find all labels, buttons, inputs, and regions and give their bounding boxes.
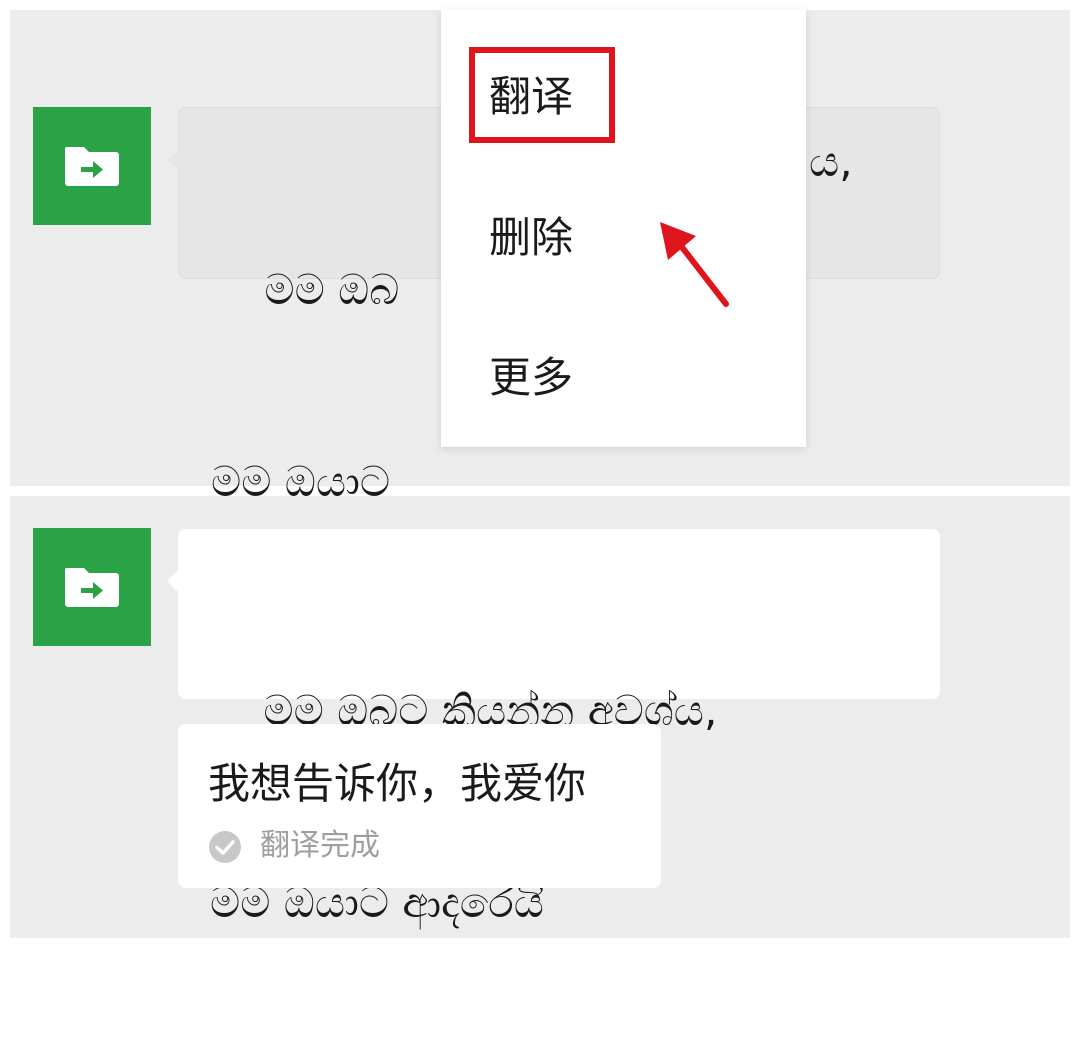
bubble-tail bbox=[168, 148, 180, 172]
translation-status-text: 翻译完成 bbox=[260, 828, 380, 863]
red-arrow-icon bbox=[660, 222, 729, 307]
bubble-tail bbox=[167, 569, 179, 593]
avatar[interactable] bbox=[33, 528, 151, 646]
file-transfer-icon bbox=[64, 568, 119, 607]
chat-panel-after: මම ඔබට කියන්න අවශ්ය, මම ඔයාට ආදරෙයි 我想告诉… bbox=[10, 496, 1070, 938]
translation-bubble[interactable]: 我想告诉你，我爱你 翻译完成 bbox=[178, 724, 661, 888]
avatar[interactable] bbox=[33, 107, 151, 225]
message-bubble[interactable]: මම ඔබට කියන්න අවශ්ය, මම ඔයාට ආදරෙයි bbox=[167, 529, 940, 927]
menu-item-delete[interactable]: 删除 bbox=[489, 213, 573, 263]
highlight-box bbox=[469, 47, 615, 143]
check-circle-icon bbox=[209, 831, 241, 863]
menu-item-more[interactable]: 更多 bbox=[489, 353, 573, 403]
chat-panel-before: මම ඔබ මම ඔයාට ය, 翻译 删除 更多 bbox=[10, 10, 1070, 506]
translation-text: 我想告诉你，我爱你 bbox=[208, 759, 587, 808]
message-line-1: මම ඔබ bbox=[211, 265, 400, 314]
message-line-1-tail: ය, bbox=[809, 137, 853, 186]
file-transfer-icon bbox=[64, 147, 119, 186]
context-menu: 翻译 删除 更多 bbox=[441, 10, 806, 447]
